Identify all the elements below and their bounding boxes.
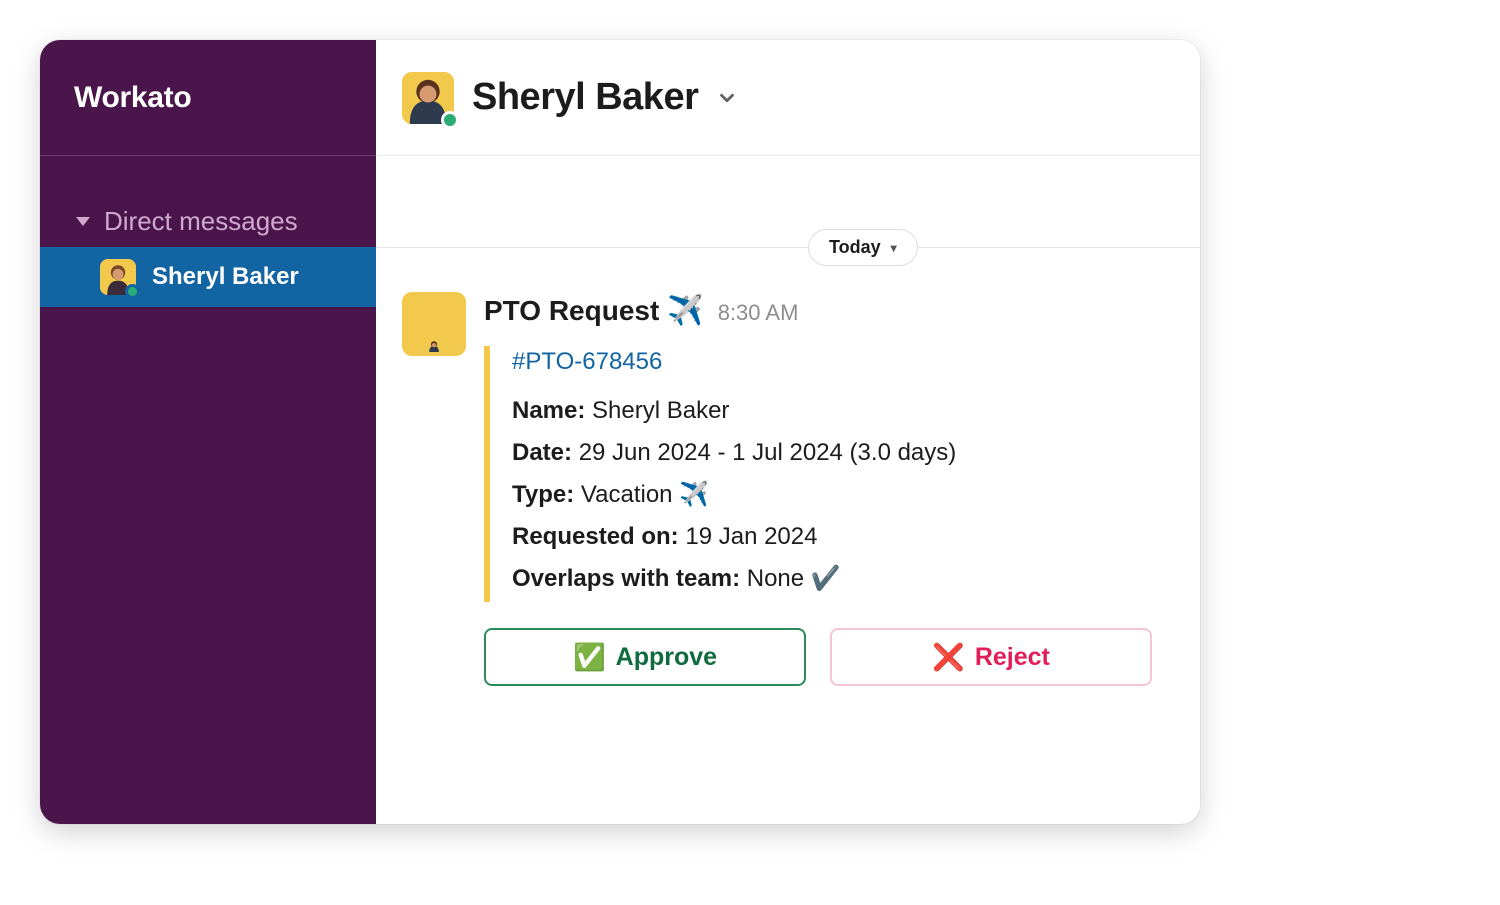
pto-ticket-link[interactable]: #PTO-678456 <box>512 348 662 376</box>
message: PTO Request ✈️ 8:30 AM #PTO-678456 Name:… <box>376 248 1200 686</box>
field-requested-on: Requested on: 19 Jan 2024 <box>512 516 1174 558</box>
avatar <box>402 72 454 124</box>
dm-item-label: Sheryl Baker <box>152 263 299 291</box>
field-name: Name: Sheryl Baker <box>512 390 1174 432</box>
chevron-down-icon <box>716 87 738 109</box>
workspace-header[interactable]: Workato <box>40 40 376 156</box>
avatar <box>100 259 136 295</box>
field-date: Date: 29 Jun 2024 - 1 Jul 2024 (3.0 days… <box>512 432 1174 474</box>
section-toggle-direct-messages[interactable]: Direct messages <box>40 196 376 247</box>
message-title: PTO Request ✈️ <box>484 294 704 328</box>
message-header: PTO Request ✈️ 8:30 AM <box>484 292 1174 328</box>
chevron-down-icon: ▾ <box>891 241 897 255</box>
reject-button-label: Reject <box>975 643 1050 672</box>
workspace-name: Workato <box>74 81 191 115</box>
attachment-block: #PTO-678456 Name: Sheryl Baker Date: 29 … <box>484 346 1174 602</box>
action-buttons: ✅ Approve ❌ Reject <box>484 628 1174 686</box>
presence-indicator <box>125 284 140 299</box>
check-icon: ✅ <box>573 642 606 673</box>
message-timestamp: 8:30 AM <box>718 300 799 326</box>
date-divider: Today ▾ <box>376 156 1200 248</box>
section-label: Direct messages <box>104 206 298 237</box>
chat-header[interactable]: Sheryl Baker <box>376 40 1200 156</box>
app-window: Workato Direct messages Sheryl Baker <box>40 40 1200 824</box>
approve-button[interactable]: ✅ Approve <box>484 628 806 686</box>
sidebar: Workato Direct messages Sheryl Baker <box>40 40 376 824</box>
approve-button-label: Approve <box>616 643 717 672</box>
field-overlaps: Overlaps with team: None ✔️ <box>512 558 1174 600</box>
dm-item-sheryl-baker[interactable]: Sheryl Baker <box>40 247 376 307</box>
airplane-icon: ✈️ <box>667 294 704 327</box>
sidebar-section-dms: Direct messages Sheryl Baker <box>40 156 376 307</box>
date-pill[interactable]: Today ▾ <box>808 229 918 266</box>
caret-down-icon <box>76 217 90 226</box>
reject-button[interactable]: ❌ Reject <box>830 628 1152 686</box>
chat-pane: Sheryl Baker Today ▾ <box>376 40 1200 824</box>
chat-title: Sheryl Baker <box>472 76 698 119</box>
avatar-image <box>428 336 440 356</box>
cross-icon: ❌ <box>932 642 965 673</box>
field-type: Type: Vacation ✈️ <box>512 474 1174 516</box>
date-label: Today <box>829 237 881 258</box>
message-body: PTO Request ✈️ 8:30 AM #PTO-678456 Name:… <box>484 292 1174 686</box>
presence-indicator <box>441 111 459 129</box>
avatar[interactable] <box>402 292 466 356</box>
